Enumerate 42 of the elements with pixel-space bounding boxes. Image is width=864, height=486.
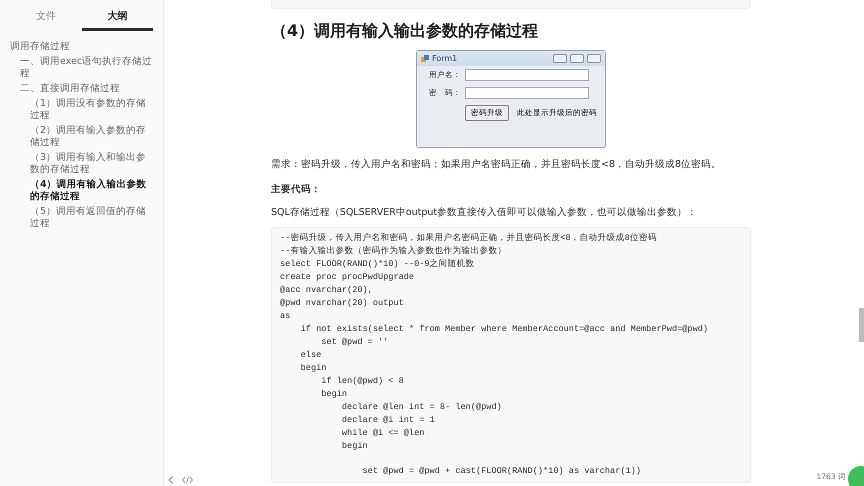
sidebar-tab[interactable]: 大纲 xyxy=(82,6,153,31)
maximize-button[interactable] xyxy=(570,54,584,63)
code-line: if len(@pwd) < 8 xyxy=(320,375,405,388)
outline-item[interactable]: （4）调用有输入输出参数的存储过程 xyxy=(30,179,155,203)
intro-text: SQL存储过程（SQLSERVER中output参数直接传入值即可以做输入参数，也可以做输出参数）： xyxy=(271,206,698,219)
code-line: set @pwd = @pwd + cast(FLOOR(RAND()*10) as varchar(1)) xyxy=(362,465,642,478)
scrollbar-thumb[interactable] xyxy=(859,308,864,342)
code-line: declare @len int = 8- len(@pwd) xyxy=(340,401,503,414)
requirement-text: 需求：密码升级，传入用户名和密码；如果用户名密码正确，并且密码长度<8，自动升级成8位密码。 xyxy=(271,158,722,171)
code-line: @pwd nvarchar(20) output xyxy=(280,297,405,310)
code-line: as xyxy=(280,310,292,323)
outline-item[interactable]: （2）调用有输入参数的存储过程 xyxy=(30,125,155,149)
sidebar-tab[interactable]: 文件 xyxy=(10,6,82,31)
section-heading: （4）调用有输入输出参数的存储过程 xyxy=(271,21,540,42)
code-line: begin xyxy=(320,388,348,401)
code-line: --有输入输出参数（密码作为输入参数也作为输出参数） xyxy=(280,245,508,258)
outline-item[interactable]: （3）调用有输入和输出参数的存储过程 xyxy=(30,152,155,176)
code-line: @acc nvarchar(20), xyxy=(280,284,374,297)
code-line: declare @i int = 1 xyxy=(340,414,436,427)
code-line: begin xyxy=(300,362,328,375)
code-icon[interactable] xyxy=(182,476,193,484)
code-line: begin xyxy=(340,440,369,453)
code-line: select FLOOR(RAND()*10) --0-9之间随机数 xyxy=(280,258,476,271)
close-button[interactable] xyxy=(587,54,601,63)
minimize-button[interactable] xyxy=(553,54,567,63)
window-title: Form1 xyxy=(432,54,458,63)
input-field[interactable] xyxy=(465,69,589,81)
outline-item[interactable]: 调用存储过程 xyxy=(10,41,155,53)
app-icon xyxy=(421,54,429,62)
outline-item[interactable]: （5）调用有返回值的存储过程 xyxy=(30,206,155,230)
code-line: create proc procPwdUpgrade xyxy=(280,271,416,284)
code-line: while @i <= @len xyxy=(340,427,426,440)
outline-item[interactable]: 二、直接调用存储过程 xyxy=(20,83,155,95)
code-line: else xyxy=(300,349,322,362)
subheading: 主要代码： xyxy=(271,183,322,196)
chevron-left-icon[interactable] xyxy=(168,476,174,484)
outline-item[interactable]: 一、调用exec语句执行存储过程 xyxy=(20,56,155,80)
outline-item[interactable]: （1）调用没有参数的存储过程 xyxy=(30,98,155,122)
code-line: if not exists(select * from Member where MemberAccount=@acc and MemberPwd=@pwd) xyxy=(300,323,710,336)
code-line: --密码升级，传入用户名和密码，如果用户名密码正确，并且密码长度<8，自动升级成8位密码 xyxy=(280,232,658,245)
input-field[interactable] xyxy=(465,87,589,99)
code-line: set @pwd = '' xyxy=(320,336,390,349)
